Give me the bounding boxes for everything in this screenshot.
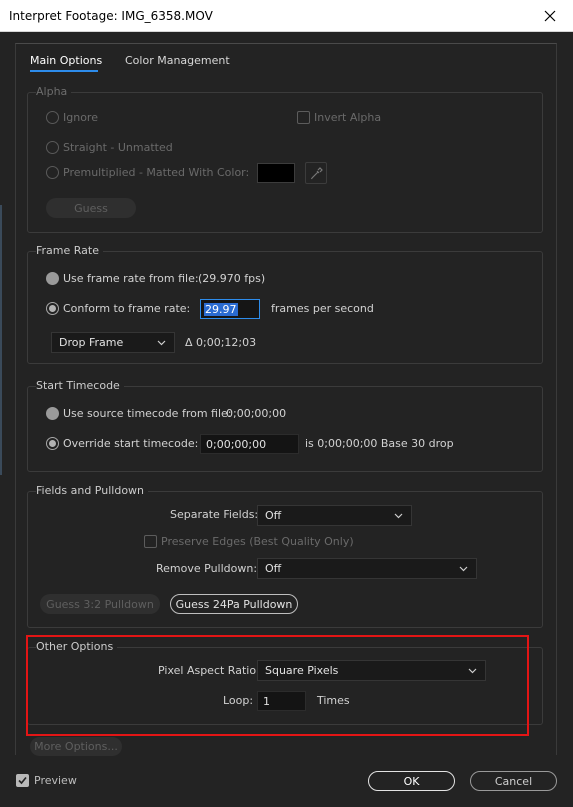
- fields-pulldown-group-title: Fields and Pulldown: [36, 484, 149, 497]
- drop-frame-select[interactable]: Drop Frame: [51, 332, 175, 353]
- override-timecode-input[interactable]: 0;00;00;00: [200, 434, 299, 454]
- preserve-edges-label: Preserve Edges (Best Quality Only): [161, 535, 354, 548]
- eyedropper-button[interactable]: [305, 162, 327, 184]
- guess-24pa-pulldown-button[interactable]: Guess 24Pa Pulldown: [170, 594, 298, 614]
- alpha-straight-label: Straight - Unmatted: [63, 141, 173, 154]
- chevron-down-icon: [157, 340, 166, 345]
- use-file-fps-radio[interactable]: [46, 272, 59, 285]
- invert-alpha-checkbox[interactable]: [297, 111, 310, 124]
- more-options-button[interactable]: More Options...: [30, 737, 122, 756]
- separate-fields-label: Separate Fields:: [170, 508, 259, 521]
- start-timecode-group: [27, 386, 543, 472]
- delta-duration: Δ 0;00;12;03: [185, 336, 257, 349]
- highlight-annotation: [26, 635, 529, 736]
- preview-label: Preview: [34, 774, 77, 787]
- conform-fps-radio[interactable]: [46, 302, 59, 315]
- close-icon: [544, 10, 556, 22]
- use-file-fps-label: Use frame rate from file:: [63, 272, 199, 285]
- title-bar: Interpret Footage: IMG_6358.MOV: [0, 0, 573, 32]
- separate-fields-select[interactable]: Off: [257, 505, 412, 526]
- conform-fps-label: Conform to frame rate:: [63, 302, 191, 315]
- override-timecode-label: Override start timecode:: [63, 437, 199, 450]
- ok-button[interactable]: OK: [368, 771, 455, 791]
- matte-color-swatch[interactable]: [257, 163, 295, 183]
- preserve-edges-checkbox[interactable]: [144, 535, 157, 548]
- remove-pulldown-label: Remove Pulldown:: [156, 562, 258, 575]
- cancel-button[interactable]: Cancel: [470, 771, 557, 791]
- alpha-premultiplied-radio[interactable]: [46, 166, 59, 179]
- fps-unit-label: frames per second: [271, 302, 374, 315]
- use-source-timecode-radio[interactable]: [46, 407, 59, 420]
- tab-main-options[interactable]: Main Options: [30, 54, 102, 67]
- checkmark-icon: [18, 776, 27, 785]
- drop-frame-value: Drop Frame: [59, 336, 124, 349]
- start-timecode-group-title: Start Timecode: [36, 379, 124, 392]
- alpha-straight-radio[interactable]: [46, 141, 59, 154]
- alpha-ignore-label: Ignore: [63, 111, 98, 124]
- override-timecode-radio[interactable]: [46, 437, 59, 450]
- window-edge: [0, 205, 2, 475]
- chevron-down-icon: [459, 566, 468, 571]
- alpha-group-title: Alpha: [36, 85, 72, 98]
- alpha-premultiplied-label: Premultiplied - Matted With Color:: [63, 166, 250, 179]
- guess-32-pulldown-button[interactable]: Guess 3:2 Pulldown: [40, 594, 160, 614]
- chevron-down-icon: [394, 513, 403, 518]
- frame-rate-group-title: Frame Rate: [36, 244, 103, 257]
- conform-fps-value: 29.97: [204, 302, 238, 316]
- alpha-guess-button[interactable]: Guess: [46, 198, 136, 218]
- use-source-timecode-label: Use source timecode from file:: [63, 407, 232, 420]
- separate-fields-value: Off: [265, 509, 282, 522]
- conform-fps-input[interactable]: 29.97: [200, 299, 260, 319]
- timecode-info: is 0;00;00;00 Base 30 drop: [305, 437, 454, 450]
- file-fps-value: (29.970 fps): [198, 272, 266, 285]
- eyedropper-icon: [310, 166, 323, 179]
- active-tab-indicator: [30, 70, 98, 72]
- tab-color-management[interactable]: Color Management: [125, 54, 230, 67]
- remove-pulldown-value: Off: [265, 562, 282, 575]
- source-timecode-value: 0;00;00;00: [226, 407, 287, 420]
- close-button[interactable]: [527, 0, 573, 32]
- alpha-ignore-radio[interactable]: [46, 111, 59, 124]
- window-title: Interpret Footage: IMG_6358.MOV: [9, 9, 213, 23]
- invert-alpha-label: Invert Alpha: [314, 111, 382, 124]
- preview-checkbox[interactable]: [16, 774, 29, 787]
- remove-pulldown-select[interactable]: Off: [257, 558, 477, 579]
